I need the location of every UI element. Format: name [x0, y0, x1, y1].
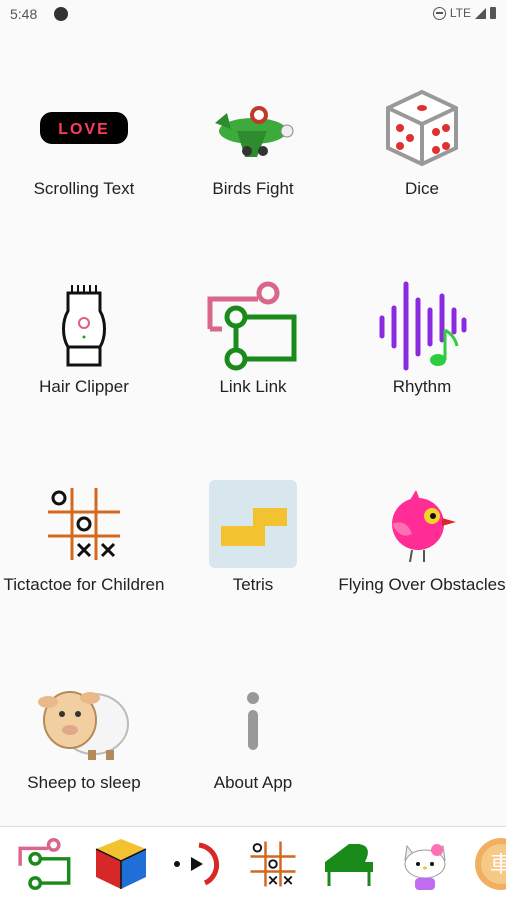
signal-icon: [475, 7, 486, 19]
dock-item[interactable]: 車: [466, 833, 506, 895]
rubiks-cube-icon: [95, 838, 147, 889]
app-about[interactable]: About App: [169, 654, 337, 844]
app-tetris[interactable]: Tetris: [169, 456, 337, 646]
status-bar: 5:48 LTE: [0, 0, 506, 30]
app-label: Scrolling Text: [33, 179, 135, 198]
status-time: 5:48: [10, 6, 38, 22]
sound-wave-icon: [372, 276, 472, 376]
link-circuit-icon: [203, 276, 303, 376]
tictactoe-icon: [34, 474, 134, 574]
dock-item[interactable]: [10, 833, 80, 895]
sheep-icon: [34, 672, 134, 772]
app-label: Hair Clipper: [39, 377, 129, 396]
dnd-icon: [432, 6, 446, 20]
kitty-icon: [404, 843, 446, 890]
car-character-icon: 車: [475, 837, 506, 890]
app-rhythm[interactable]: Rhythm: [338, 258, 506, 448]
app-label: Tetris: [232, 575, 274, 594]
app-label: Dice: [404, 179, 439, 198]
link-circuit-icon: [18, 837, 71, 890]
dock-item[interactable]: [162, 833, 232, 895]
info-icon: [203, 672, 303, 772]
tictactoe-icon: [250, 841, 296, 886]
dock-item[interactable]: [238, 833, 308, 895]
app-link-link[interactable]: Link Link: [169, 258, 337, 448]
app-birds-fight[interactable]: Birds Fight: [169, 60, 337, 250]
love-led-sign-icon: LOVE: [34, 78, 134, 178]
tetris-block-icon: [203, 474, 303, 574]
app-hair-clipper[interactable]: Hair Clipper: [0, 258, 168, 448]
app-label: Sheep to sleep: [27, 773, 141, 792]
network-type: LTE: [449, 6, 471, 20]
app-tictactoe[interactable]: Tictactoe for Children: [0, 456, 168, 646]
dice-icon: [372, 78, 472, 178]
status-right: LTE: [432, 6, 496, 20]
dial-icon: [174, 842, 220, 885]
dock-item[interactable]: [86, 833, 156, 895]
app-label: Link Link: [219, 377, 287, 396]
app-label: Birds Fight: [212, 179, 294, 198]
battery-icon: [490, 7, 496, 19]
app-flying-over-obstacles[interactable]: Flying Over Obstacles: [338, 456, 506, 646]
svg-text:車: 車: [490, 853, 506, 878]
hair-clipper-icon: [34, 276, 134, 376]
dock-item[interactable]: [314, 833, 384, 895]
green-plane-icon: [203, 78, 303, 178]
piano-icon: [325, 843, 373, 886]
promo-dock: 車: [0, 826, 506, 900]
app-label: About App: [213, 773, 293, 792]
app-sheep-to-sleep[interactable]: Sheep to sleep: [0, 654, 168, 844]
app-label: Tictactoe for Children: [3, 575, 165, 594]
app-label: Flying Over Obstacles: [338, 575, 506, 594]
notification-icon: [54, 7, 68, 21]
pink-bird-icon: [372, 474, 472, 574]
app-dice[interactable]: Dice: [338, 60, 506, 250]
led-text: LOVE: [58, 121, 110, 138]
app-label: Rhythm: [392, 377, 452, 396]
dock-item[interactable]: [390, 833, 460, 895]
app-scrolling-text[interactable]: LOVE Scrolling Text: [0, 60, 168, 250]
